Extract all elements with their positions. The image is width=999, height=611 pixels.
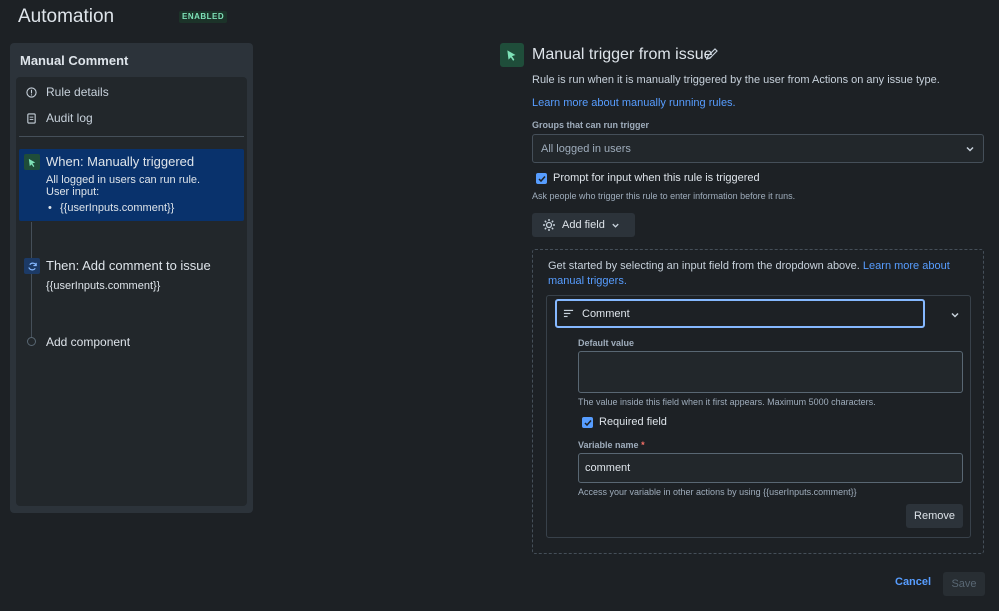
required-asterisk: * [641,440,645,450]
add-component-link[interactable]: Add component [46,336,130,348]
variable-name-label-text: Variable name [578,440,639,450]
step-detail-bullet: {{userInputs.comment}} [60,202,175,214]
refresh-icon [24,258,40,274]
step-title: When: Manually triggered [46,154,195,169]
field-type-value: Comment [582,307,630,320]
add-field-label: Add field [562,219,605,231]
pencil-icon[interactable] [705,47,719,64]
trigger-description: Rule is run when it is manually triggere… [532,74,940,86]
remove-field-button[interactable]: Remove [906,504,963,528]
gear-icon [543,219,555,231]
cancel-button[interactable]: Cancel [895,576,931,588]
divider [19,136,244,137]
cursor-click-icon [500,43,524,67]
default-value-help: The value inside this field when it firs… [578,397,876,407]
field-type-select[interactable]: Comment [555,299,925,328]
chevron-down-icon [951,312,959,318]
fields-intro: Get started by selecting an input field … [548,259,968,289]
prompt-label: Prompt for input when this rule is trigg… [553,172,760,184]
groups-label: Groups that can run trigger [532,120,650,130]
default-value-label: Default value [578,338,635,348]
collapse-field-button[interactable] [950,309,960,323]
sidebar-item-audit-log[interactable]: Audit log [26,110,93,126]
variable-name-help: Access your variable in other actions by… [578,487,857,497]
learn-more-link[interactable]: Learn more about manually running rules. [532,97,736,109]
prompt-help: Ask people who trigger this rule to ente… [532,191,796,201]
trigger-title: Manual trigger from issue [532,46,713,63]
groups-select-value: All logged in users [541,142,631,155]
timeline-line [31,222,32,342]
info-icon [26,86,37,98]
check-icon [537,175,546,182]
save-button[interactable]: Save [943,572,985,596]
add-component-dot-icon [27,337,36,346]
page-title: Automation [18,6,115,27]
manual-triggers-link[interactable]: Learn more about [863,260,950,272]
step-detail: {{userInputs.comment}} [46,280,161,292]
manual-triggers-link-2[interactable]: manual triggers. [548,275,627,287]
default-value-textarea[interactable] [578,351,963,393]
step-title[interactable]: Then: Add comment to issue [46,258,211,273]
fields-intro-text: Get started by selecting an input field … [548,260,860,272]
chevron-down-icon [612,223,619,228]
variable-name-input[interactable] [578,453,963,483]
prompt-checkbox[interactable] [536,173,547,184]
status-badge: ENABLED [179,11,228,23]
step-detail: User input: [46,186,100,198]
paragraph-icon [563,309,574,318]
required-field-label: Required field [599,416,667,428]
check-icon [583,419,592,426]
required-field-checkbox[interactable] [582,417,593,428]
bullet-dot: • [48,202,52,214]
cursor-click-icon [24,154,40,170]
variable-name-label: Variable name * [578,440,645,450]
document-icon [27,112,36,124]
sidebar-item-rule-details[interactable]: Rule details [26,84,109,100]
groups-select[interactable]: All logged in users [532,134,984,163]
sidebar-item-label: Audit log [46,111,93,125]
rule-name: Manual Comment [20,53,129,68]
step-detail: All logged in users can run rule. [46,174,201,186]
add-field-button[interactable]: Add field [532,213,635,237]
chevron-down-icon [966,146,974,152]
sidebar-item-label: Rule details [46,85,109,99]
